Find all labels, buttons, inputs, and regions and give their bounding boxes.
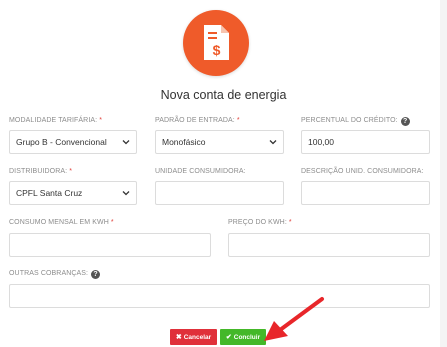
modalidade-label: MODALIDADE TARIFÁRIA: * xyxy=(9,117,103,124)
question-circle-icon[interactable]: ? xyxy=(400,117,410,126)
unidade-input[interactable] xyxy=(155,181,284,205)
required-mark: * xyxy=(99,117,103,124)
consumo-label: CONSUMO MENSAL EM KWH * xyxy=(9,219,114,226)
header-icon-circle: $ xyxy=(183,10,249,76)
check-icon: ✔ xyxy=(225,334,232,341)
padrao-select[interactable]: Monofásico xyxy=(155,130,284,154)
svg-text:$: $ xyxy=(213,42,221,58)
descricao-label: DESCRIÇÃO UNID. CONSUMIDORA: xyxy=(301,168,424,175)
distribuidora-label: DISTRIBUIDORA: * xyxy=(9,168,73,175)
outras-input[interactable] xyxy=(9,284,430,308)
required-mark: * xyxy=(110,219,114,226)
chevron-down-icon xyxy=(122,191,130,196)
descricao-input[interactable] xyxy=(301,181,430,205)
preco-label: PREÇO DO KWH: * xyxy=(228,219,292,226)
conclude-button[interactable]: ✔ Concluir xyxy=(220,329,266,345)
invoice-dollar-icon: $ xyxy=(204,25,229,60)
new-energy-bill-modal: $ Nova conta de energia MODALIDADE TARIF… xyxy=(0,0,440,347)
required-mark: * xyxy=(288,219,292,226)
unidade-label: UNIDADE CONSUMIDORA: xyxy=(155,168,246,175)
outras-label: OUTRAS COBRANÇAS:? xyxy=(9,270,101,279)
cancel-button[interactable]: ✖ Cancelar xyxy=(170,329,217,345)
annotation-arrow-icon xyxy=(264,297,324,341)
chevron-down-icon xyxy=(269,140,277,145)
modalidade-select[interactable]: Grupo B - Convencional xyxy=(9,130,137,154)
preco-input[interactable] xyxy=(228,233,430,257)
consumo-input[interactable] xyxy=(9,233,211,257)
question-circle-icon[interactable]: ? xyxy=(91,270,101,279)
distribuidora-select[interactable]: CPFL Santa Cruz xyxy=(9,181,137,205)
percentual-label: PERCENTUAL DO CRÉDITO:? xyxy=(301,117,410,126)
percentual-input[interactable]: 100,00 xyxy=(301,130,430,154)
modal-title: Nova conta de energia xyxy=(160,88,287,102)
padrao-label: PADRÃO DE ENTRADA: * xyxy=(155,117,240,124)
chevron-down-icon xyxy=(122,140,130,145)
close-icon: ✖ xyxy=(175,334,182,341)
required-mark: * xyxy=(69,168,73,175)
required-mark: * xyxy=(236,117,240,124)
